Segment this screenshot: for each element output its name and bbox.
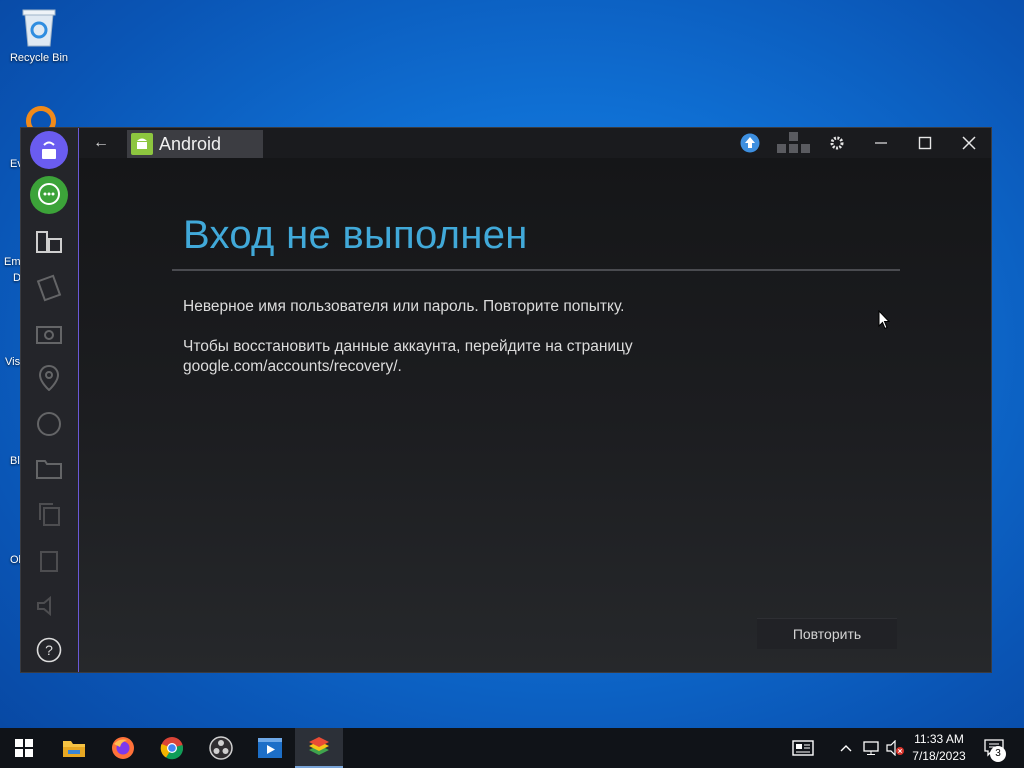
recycle-bin-icon [21,6,57,48]
taskbar-bluestacks[interactable] [295,728,343,768]
close-icon [962,136,976,150]
bluestacks-window: ? ← Android Вход не выполнен Неверное им… [20,127,992,673]
retry-button[interactable]: Повторить [757,618,897,649]
obs-icon [209,736,233,760]
news-icon [792,740,814,756]
upload-arrow-icon [740,133,760,153]
camera-icon [36,326,62,344]
bluestacks-icon [309,737,329,755]
clock-date: 7/18/2023 [912,749,966,763]
android-screen: Вход не выполнен Неверное имя пользовате… [79,158,991,672]
recycle-bin-desktop-icon[interactable]: Recycle Bin [4,6,74,64]
network-icon [863,741,879,755]
sidebar-rotate-button[interactable] [29,268,69,308]
help-icon: ? [36,637,62,663]
desktop-label-partial: Vis [5,356,21,368]
folder-icon [36,460,62,479]
paste-icon [40,551,58,572]
mouse-cursor-icon [878,309,891,335]
rotate-icon [36,274,62,302]
network-tray-button[interactable] [860,728,882,768]
sidebar-media-button[interactable] [29,130,69,170]
taskbar-chrome[interactable] [148,728,196,768]
tab-title: Android [159,133,222,154]
minimize-icon [875,142,887,144]
start-button[interactable] [0,728,48,768]
minimize-button[interactable] [869,131,893,155]
title-divider [172,269,900,271]
sidebar-location-button[interactable] [29,358,69,398]
maximize-button[interactable] [913,131,937,155]
sidebar-chat-button[interactable] [29,175,69,215]
maximize-icon [918,136,932,150]
chat-icon [30,176,68,214]
gear-icon [830,136,844,150]
speaker-icon [37,595,51,617]
taskbar-clock[interactable]: 11:33 AM 7/18/2023 [908,731,970,765]
back-button[interactable]: ← [91,134,111,152]
sidebar-screenshot-button[interactable] [29,314,69,354]
sidebar-multi-instance-button[interactable] [29,222,69,262]
keyboard-icon [777,132,810,153]
recovery-message: Чтобы восстановить данные аккаунта, пере… [183,338,633,375]
news-widget-button[interactable] [788,728,818,768]
video-editor-icon [258,738,282,758]
copy-icon [39,503,60,526]
sidebar-help-button[interactable]: ? [29,630,69,670]
location-pin-icon [39,365,59,391]
desktop-label-partial: Bl [10,455,20,467]
taskbar-obs[interactable] [197,728,245,768]
recycle-bin-label: Recycle Bin [9,52,69,64]
sidebar: ? [21,128,80,672]
title-bar: ← Android [79,128,991,158]
chrome-icon [160,737,184,760]
android-icon [131,133,153,155]
update-button[interactable] [738,131,762,155]
taskbar-media-player[interactable] [246,728,294,768]
close-button[interactable] [957,131,981,155]
multi-instance-icon [36,231,62,253]
settings-button[interactable] [825,131,849,155]
keymapping-button[interactable] [774,131,814,155]
folder-icon [63,741,85,757]
notification-count-badge: 3 [990,746,1006,762]
clock-time: 11:33 AM [914,732,964,746]
taskbar: 11:33 AM 7/18/2023 [0,728,1024,768]
tab-android[interactable]: Android [127,130,263,158]
firefox-icon [112,737,134,759]
chevron-up-icon [840,745,852,752]
taskbar-firefox[interactable] [99,728,147,768]
sidebar-volume-button[interactable] [29,586,69,626]
error-message: Неверное имя пользователя или пароль. По… [183,298,625,315]
sidebar-apk-button[interactable] [29,404,69,444]
speaker-muted-icon [886,740,904,756]
sidebar-copy-button[interactable] [29,494,69,534]
desktop-label-partial: Em [4,256,21,268]
media-manager-icon [30,131,68,169]
taskbar-file-explorer[interactable] [50,728,98,768]
apk-icon [37,412,61,436]
volume-tray-button[interactable] [884,728,906,768]
error-title: Вход не выполнен [183,213,528,257]
sidebar-paste-button[interactable] [29,540,69,580]
svg-text:?: ? [45,642,53,658]
show-hidden-icons-button[interactable] [836,728,856,768]
windows-logo-icon [15,739,33,757]
sidebar-folder-button[interactable] [29,448,69,488]
